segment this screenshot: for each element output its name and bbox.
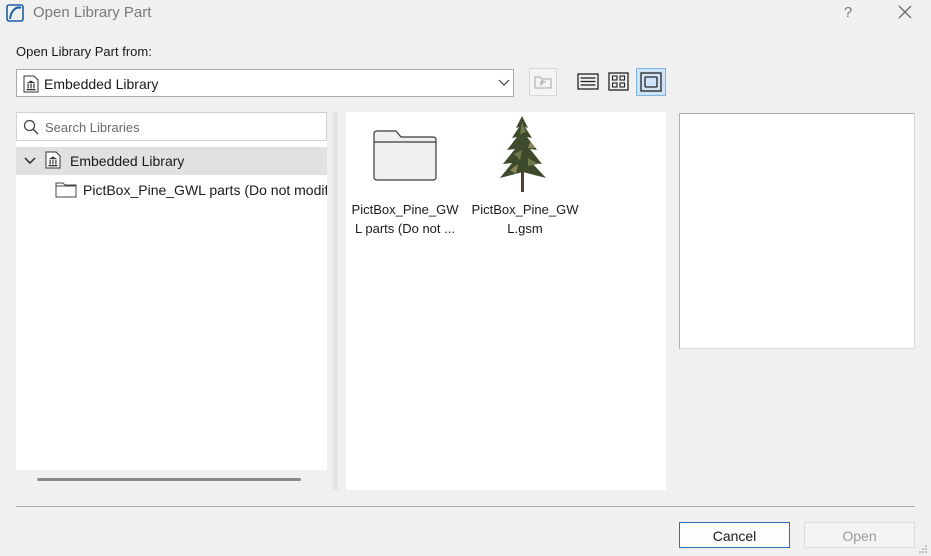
divider xyxy=(16,506,915,507)
folder-icon xyxy=(373,130,437,181)
chevron-down-icon xyxy=(498,79,510,86)
folder-up-icon xyxy=(534,76,552,89)
file-item-folder[interactable]: PictBox_Pine_GW L parts (Do not ... xyxy=(346,122,464,252)
library-source-dropdown[interactable]: Embedded Library xyxy=(16,69,514,97)
file-item-label: PictBox_Pine_GW L.gsm xyxy=(471,202,579,236)
tree-item-pictbox-parts[interactable]: PictBox_Pine_GWL parts (Do not modify xyxy=(16,175,327,203)
large-icon-view-icon xyxy=(640,72,662,92)
cancel-button[interactable]: Cancel xyxy=(679,522,790,548)
title-bar: Open Library Part ? xyxy=(0,0,931,28)
search-input[interactable] xyxy=(45,117,315,137)
search-icon xyxy=(23,119,39,135)
library-icon xyxy=(45,151,61,169)
resize-grip-icon[interactable] xyxy=(918,544,928,554)
file-item-gsm[interactable]: PictBox_Pine_GW L.gsm xyxy=(466,112,584,242)
list-view-button[interactable] xyxy=(574,68,602,96)
library-tree-panel: Embedded Library PictBox_Pine_GWL parts … xyxy=(16,112,327,470)
chevron-down-icon[interactable] xyxy=(24,156,36,166)
file-item-label: PictBox_Pine_GW L parts (Do not ... xyxy=(351,202,459,236)
tree-item-label: Embedded Library xyxy=(70,153,185,169)
archicad-app-icon xyxy=(6,4,24,22)
help-button[interactable]: ? xyxy=(838,2,858,24)
file-browser-panel: PictBox_Pine_GW L parts (Do not ... PictB… xyxy=(346,112,666,490)
folder-icon xyxy=(55,182,77,198)
panel-splitter[interactable] xyxy=(333,112,338,490)
up-folder-button[interactable] xyxy=(529,68,557,96)
scrollbar-thumb[interactable] xyxy=(37,478,301,481)
window-title: Open Library Part xyxy=(33,4,152,21)
large-icon-view-button[interactable] xyxy=(636,68,666,96)
dropdown-selected-value: Embedded Library xyxy=(44,76,159,92)
horizontal-scrollbar[interactable] xyxy=(16,470,327,490)
preview-pane xyxy=(679,113,915,349)
list-view-icon xyxy=(577,73,599,90)
pine-tree-thumbnail xyxy=(500,116,546,192)
open-button[interactable]: Open xyxy=(804,522,915,548)
close-icon[interactable] xyxy=(893,2,917,24)
library-icon xyxy=(23,75,39,93)
tree-item-label: PictBox_Pine_GWL parts (Do not modify xyxy=(83,182,327,198)
grid-view-button[interactable] xyxy=(605,68,633,96)
source-label: Open Library Part from: xyxy=(16,44,152,59)
grid-view-icon xyxy=(608,72,629,91)
tree-item-embedded-library[interactable]: Embedded Library xyxy=(16,147,327,175)
search-box xyxy=(16,112,327,141)
